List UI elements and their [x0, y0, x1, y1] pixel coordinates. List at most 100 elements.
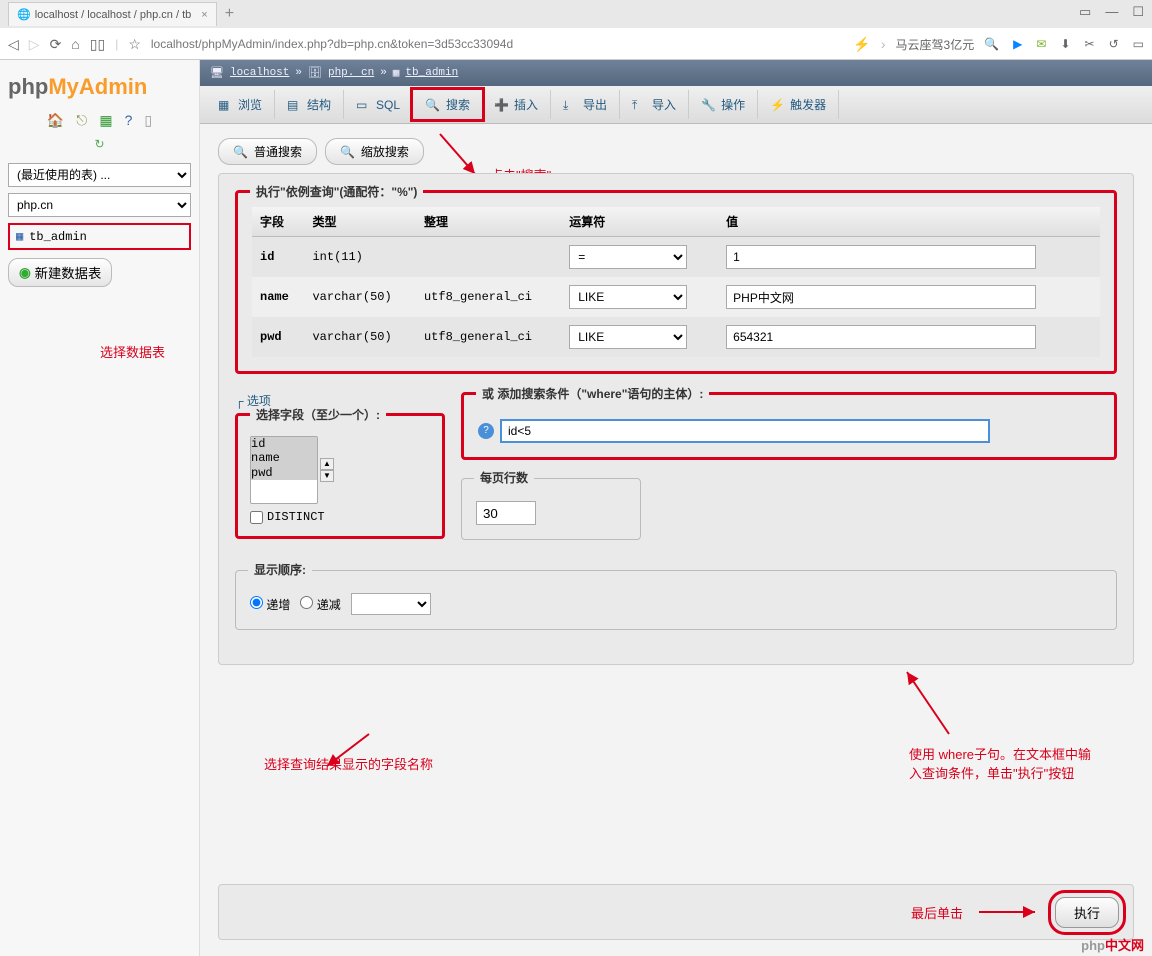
zoom-icon: 🔍 — [340, 145, 355, 159]
desc-radio-label[interactable]: 递减 — [300, 596, 340, 613]
select-fields-legend: 选择字段（至少一个）: — [250, 406, 386, 423]
globe-icon: 🌐 — [17, 8, 31, 21]
subtab-normal-search[interactable]: 🔍普通搜索 — [218, 138, 317, 165]
tab-export[interactable]: ⤓导出 — [551, 90, 620, 119]
browser-tab[interactable]: 🌐 localhost / localhost / php.cn / tb × — [8, 2, 217, 26]
breadcrumb-db[interactable]: php. cn — [328, 67, 374, 79]
help-icon[interactable]: ? — [478, 423, 494, 439]
query-table: 字段 类型 整理 运算符 值 id int(11) = — [252, 207, 1100, 357]
search-icon: 🔍 — [233, 145, 248, 159]
sidebar: phpMyAdmin 🏠 ⎋ ▦ ? ▯ ↻ (最近使用的表) ... php.… — [0, 60, 200, 956]
asc-radio-label[interactable]: 递增 — [250, 596, 290, 613]
sub-tabs: 🔍普通搜索 🔍缩放搜索 — [218, 138, 1134, 165]
reload-icon[interactable]: ⟳ — [50, 36, 62, 53]
export-icon: ⤓ — [563, 98, 577, 112]
asc-radio[interactable] — [250, 596, 263, 609]
watermark: php中文网 — [1081, 935, 1144, 954]
tab-search[interactable]: 🔍搜索 — [410, 87, 485, 122]
browser-chrome: 🌐 localhost / localhost / php.cn / tb × … — [0, 0, 1152, 60]
close-icon[interactable]: × — [201, 9, 207, 21]
help-icon[interactable]: ? — [125, 112, 133, 129]
tab-sql[interactable]: ▭SQL — [344, 92, 413, 118]
download-icon[interactable]: ⬇ — [1060, 37, 1070, 51]
value-input[interactable] — [726, 245, 1036, 269]
tab-triggers[interactable]: ⚡触发器 — [758, 90, 839, 119]
table-icon: ▦ — [393, 66, 400, 80]
sql-icon: ▭ — [356, 98, 370, 112]
bookmark-icon[interactable]: ▭ — [1133, 37, 1144, 51]
exit-icon[interactable]: ⎋ — [76, 112, 87, 129]
query-by-example-fieldset: 执行"依例查询"(通配符："%") 字段 类型 整理 运算符 值 id int(… — [235, 190, 1117, 374]
order-by-select[interactable] — [351, 593, 431, 615]
home-icon[interactable]: ⌂ — [71, 36, 79, 52]
header-field: 字段 — [252, 207, 304, 237]
where-input[interactable] — [500, 419, 990, 443]
insert-icon: ➕ — [494, 98, 508, 112]
header-collation: 整理 — [416, 207, 561, 237]
back-icon[interactable]: ◁ — [8, 36, 19, 53]
header-value: 值 — [718, 207, 1100, 237]
nav-bar: ◁ ▷ ⟳ ⌂ ▯▯ | ☆ localhost/phpMyAdmin/inde… — [0, 28, 1152, 60]
qbe-legend: 执行"依例查询"(通配符："%") — [250, 183, 423, 200]
breadcrumb-host[interactable]: localhost — [230, 67, 289, 79]
breadcrumb: 🖥 localhost » 🗄 php. cn » ▦ tb_admin — [200, 60, 1152, 86]
window-maximize-icon[interactable]: ☐ — [1132, 4, 1144, 20]
window-minimize-icon[interactable]: — — [1105, 4, 1118, 20]
wechat-icon[interactable]: ✉ — [1036, 37, 1046, 51]
tab-insert[interactable]: ➕插入 — [482, 90, 551, 119]
tab-structure[interactable]: ▤结构 — [275, 90, 344, 119]
docs-icon[interactable]: ▯ — [144, 112, 152, 129]
server-icon: 🖥 — [210, 66, 224, 80]
select-fields-fieldset: 选择字段（至少一个）: id name pwd ▲▼ — [235, 413, 445, 539]
rows-legend: 每页行数 — [474, 469, 534, 486]
play-icon[interactable]: ▶ — [1013, 37, 1022, 51]
new-tab-button[interactable]: + — [225, 5, 234, 23]
triggers-icon: ⚡ — [770, 98, 784, 112]
nav-right-icons: 🔍 ▶ ✉ ⬇ ✂ ↺ ▭ — [984, 37, 1144, 51]
recent-tables-select[interactable]: (最近使用的表) ... — [8, 163, 191, 187]
header-operator: 运算符 — [561, 207, 718, 237]
window-restore-icon[interactable]: ▭ — [1079, 4, 1091, 20]
desc-radio[interactable] — [300, 596, 313, 609]
annotation-last-click: 最后单击 — [911, 903, 963, 922]
breadcrumb-table[interactable]: tb_admin — [405, 67, 458, 79]
new-table-button[interactable]: ◉ 新建数据表 — [8, 258, 112, 287]
search-icon[interactable]: 🔍 — [984, 37, 999, 51]
fields-multiselect[interactable]: id name pwd — [250, 436, 318, 504]
scissors-icon[interactable]: ✂ — [1085, 37, 1095, 51]
tab-title: localhost / localhost / php.cn / tb — [35, 9, 192, 21]
value-input[interactable] — [726, 285, 1036, 309]
reorder-buttons[interactable]: ▲▼ — [320, 458, 334, 482]
header-type: 类型 — [304, 207, 416, 237]
table-row: pwd varchar(50) utf8_general_ci LIKE — [252, 317, 1100, 357]
chevron-right-icon[interactable]: › — [881, 36, 886, 52]
value-input[interactable] — [726, 325, 1036, 349]
sql-icon[interactable]: ▦ — [99, 112, 112, 129]
subtab-zoom-search[interactable]: 🔍缩放搜索 — [325, 138, 424, 165]
operations-icon: 🔧 — [701, 98, 715, 112]
tab-browse[interactable]: ▦浏览 — [206, 90, 275, 119]
distinct-checkbox[interactable] — [250, 511, 263, 524]
refresh-icon[interactable]: ↻ — [94, 137, 104, 151]
lightning-icon[interactable]: ⚡ — [853, 36, 870, 53]
tab-import[interactable]: ⤒导入 — [620, 90, 689, 119]
db-icon: 🗄 — [308, 66, 322, 80]
home-icon[interactable]: 🏠 — [47, 112, 64, 129]
star-icon[interactable]: ☆ — [128, 36, 141, 53]
database-select[interactable]: php.cn — [8, 193, 191, 217]
headline-text[interactable]: 马云座驾3亿元 — [896, 36, 975, 53]
url-bar[interactable]: localhost/phpMyAdmin/index.php?db=php.cn… — [151, 37, 844, 51]
execute-button[interactable]: 执行 — [1055, 897, 1119, 928]
top-tabs: ▦浏览 ▤结构 ▭SQL 🔍搜索 ➕插入 ⤓导出 ⤒导入 🔧操作 ⚡触发器 — [200, 86, 1152, 124]
operator-select[interactable]: = — [569, 245, 687, 269]
operator-select[interactable]: LIKE — [569, 325, 687, 349]
forward-icon[interactable]: ▷ — [29, 36, 40, 53]
annotation-where: 使用 where子句。在文本框中输入查询条件，单击"执行"按钮 — [909, 744, 1099, 782]
undo-icon[interactable]: ↺ — [1109, 37, 1119, 51]
rows-per-page-input[interactable] — [476, 501, 536, 525]
reader-icon[interactable]: ▯▯ — [90, 36, 105, 53]
search-form: 执行"依例查询"(通配符："%") 字段 类型 整理 运算符 值 id int(… — [218, 173, 1134, 665]
tab-operations[interactable]: 🔧操作 — [689, 90, 758, 119]
operator-select[interactable]: LIKE — [569, 285, 687, 309]
sidebar-table-item[interactable]: ▦ tb_admin — [8, 223, 191, 250]
